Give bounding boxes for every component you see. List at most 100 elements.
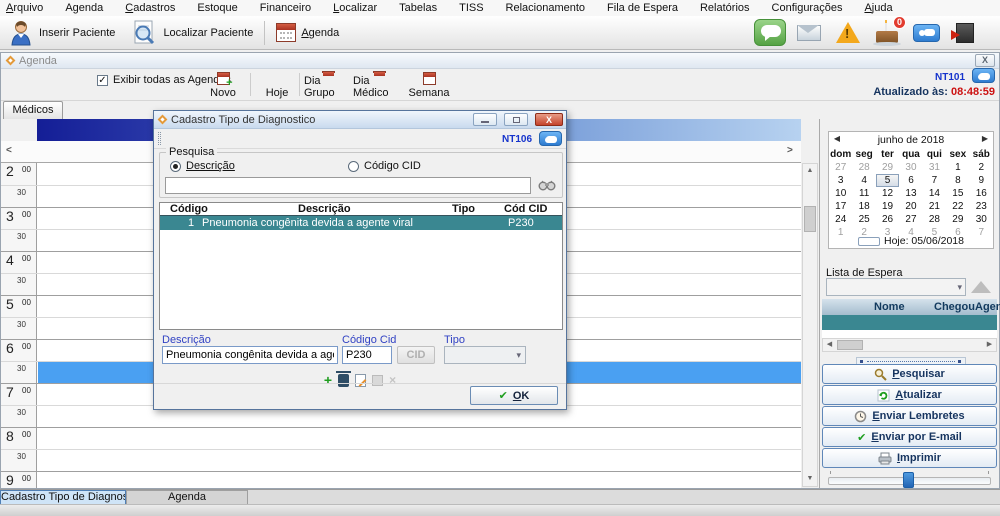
calendar-day[interactable]: 31 [923, 161, 946, 174]
scroll-right-icon[interactable]: > [787, 145, 793, 156]
calendar-day[interactable]: 13 [899, 187, 922, 200]
window-close-button[interactable]: X [975, 54, 995, 67]
agenda-button[interactable]: Agenda [268, 18, 347, 48]
calendar-day[interactable]: 14 [923, 187, 946, 200]
calendar-day[interactable]: 21 [923, 200, 946, 213]
agenda-slot-8-30[interactable] [38, 450, 801, 471]
waiting-list-select[interactable] [826, 278, 966, 296]
calendar-day[interactable]: 12 [876, 187, 899, 200]
scroll-left-icon[interactable]: ◀ [823, 339, 836, 351]
slider-thumb[interactable] [903, 472, 914, 488]
enviar-email-button[interactable]: ✔ Enviar por E-mail [822, 427, 997, 447]
dialog-maximize-button[interactable] [504, 113, 528, 126]
tab-agenda[interactable]: Agenda [126, 490, 248, 505]
agenda-slot-8-00[interactable] [38, 428, 801, 449]
calendar-day[interactable]: 30 [970, 213, 993, 226]
novo-button[interactable]: Novo [201, 71, 245, 99]
menu-item-tabelas[interactable]: Tabelas [399, 2, 437, 14]
dia-grupo-button[interactable]: Dia Grupo [304, 71, 352, 99]
calendar-day[interactable]: 18 [852, 200, 875, 213]
calendar-day[interactable]: 29 [876, 161, 899, 174]
scrollbar-thumb[interactable] [837, 340, 863, 350]
menu-item-arquivo[interactable]: Arquivo [6, 2, 43, 14]
calendar-day[interactable]: 30 [899, 161, 922, 174]
calendar-day[interactable]: 16 [970, 187, 993, 200]
calendar-day-selected[interactable]: 5 [876, 174, 899, 187]
menu-item-configura-es[interactable]: Configurações [772, 2, 843, 14]
menu-item-agenda[interactable]: Agenda [65, 2, 103, 14]
menu-item-relacionamento[interactable]: Relacionamento [506, 2, 586, 14]
descricao-input[interactable] [162, 346, 338, 364]
calendar-day[interactable]: 6 [899, 174, 922, 187]
email-button[interactable] [792, 18, 826, 48]
calendar-day[interactable]: 10 [829, 187, 852, 200]
calendar-day[interactable]: 27 [899, 213, 922, 226]
cid-button[interactable]: CID [397, 346, 435, 364]
calendar-day[interactable]: 23 [970, 200, 993, 213]
scroll-down-icon[interactable]: ▼ [803, 472, 817, 486]
agenda-slot-9-00[interactable] [38, 472, 801, 488]
menu-item-fila-de-espera[interactable]: Fila de Espera [607, 2, 678, 14]
dialog-close-button[interactable]: X [535, 113, 563, 126]
calendar-day[interactable]: 17 [829, 200, 852, 213]
calendar-day[interactable]: 3 [829, 174, 852, 187]
calendar-day[interactable]: 26 [876, 213, 899, 226]
messenger-icon[interactable] [539, 131, 562, 146]
chat-status-button[interactable] [753, 18, 787, 48]
table-row[interactable]: 1 Pneumonia congênita devida a agente vi… [160, 216, 562, 230]
menu-item-relat-rios[interactable]: Relatórios [700, 2, 750, 14]
menu-item-ajuda[interactable]: Ajuda [864, 2, 892, 14]
insert-patient-button[interactable]: Inserir Paciente [0, 18, 123, 48]
ok-button[interactable]: ✔ OK [470, 386, 558, 405]
calendar-day[interactable]: 28 [852, 161, 875, 174]
semana-button[interactable]: Semana [407, 71, 451, 99]
calendar-day[interactable]: 19 [876, 200, 899, 213]
dialog-minimize-button[interactable] [473, 113, 497, 126]
locate-patient-button[interactable]: Localizar Paciente [123, 18, 261, 48]
calendar-day[interactable]: 7 [923, 174, 946, 187]
alerts-button[interactable] [831, 18, 865, 48]
waiting-list-hscrollbar[interactable]: ◀ ▶ [822, 338, 997, 352]
radio-on-icon[interactable] [170, 161, 181, 172]
calendar-day[interactable]: 4 [852, 174, 875, 187]
dialog-titlebar[interactable]: Cadastro Tipo de Diagnostico X [154, 111, 566, 129]
calendar-day[interactable]: 2 [970, 161, 993, 174]
atualizar-button[interactable]: Atualizar [822, 385, 997, 405]
menu-item-cadastros[interactable]: Cadastros [125, 2, 175, 14]
calendar-day[interactable]: 24 [829, 213, 852, 226]
calendar-day[interactable]: 9 [970, 174, 993, 187]
col-tipo[interactable]: Tipo [452, 203, 475, 215]
exit-button[interactable] [948, 18, 982, 48]
calendar-day[interactable]: 20 [899, 200, 922, 213]
pesquisar-button[interactable]: Pesquisar [822, 364, 997, 384]
calendar-day[interactable]: 22 [946, 200, 969, 213]
messenger-button[interactable] [909, 18, 943, 48]
calendar-day[interactable]: 1 [946, 161, 969, 174]
calendar-today-row[interactable]: Hoje: 05/06/2018 [829, 235, 993, 247]
tab-medicos[interactable]: Médicos [3, 101, 63, 119]
hoje-button[interactable]: Hoje [257, 71, 297, 99]
calendar-day[interactable]: 28 [923, 213, 946, 226]
collapse-up-icon[interactable] [971, 281, 991, 293]
imprimir-button[interactable]: Imprimir [822, 448, 997, 468]
col-cod-cid[interactable]: Cód CID [504, 203, 547, 215]
calendar-day[interactable]: 27 [829, 161, 852, 174]
scroll-right-icon[interactable]: ▶ [983, 339, 996, 351]
scrollbar-thumb[interactable] [804, 206, 816, 232]
scroll-left-icon[interactable]: < [6, 145, 12, 156]
calendar-next-icon[interactable]: ▶ [979, 134, 991, 143]
calendar-prev-icon[interactable]: ◀ [831, 134, 843, 143]
birthdays-button[interactable]: 0 [870, 18, 904, 48]
menu-item-financeiro[interactable]: Financeiro [260, 2, 311, 14]
calendar-day[interactable]: 29 [946, 213, 969, 226]
menu-item-estoque[interactable]: Estoque [197, 2, 237, 14]
radio-codigo-cid[interactable]: Código CID [348, 160, 421, 172]
calendar-day[interactable]: 11 [852, 187, 875, 200]
search-input[interactable] [165, 177, 531, 194]
menu-item-tiss[interactable]: TISS [459, 2, 483, 14]
col-codigo[interactable]: Código [170, 203, 208, 215]
calendar-day[interactable]: 15 [946, 187, 969, 200]
tab-cadastro-tipo-diagnostico[interactable]: Cadastro Tipo de Diagnostico [0, 490, 126, 505]
waiting-list-selected-row[interactable] [822, 315, 997, 330]
menu-item-localizar[interactable]: Localizar [333, 2, 377, 14]
